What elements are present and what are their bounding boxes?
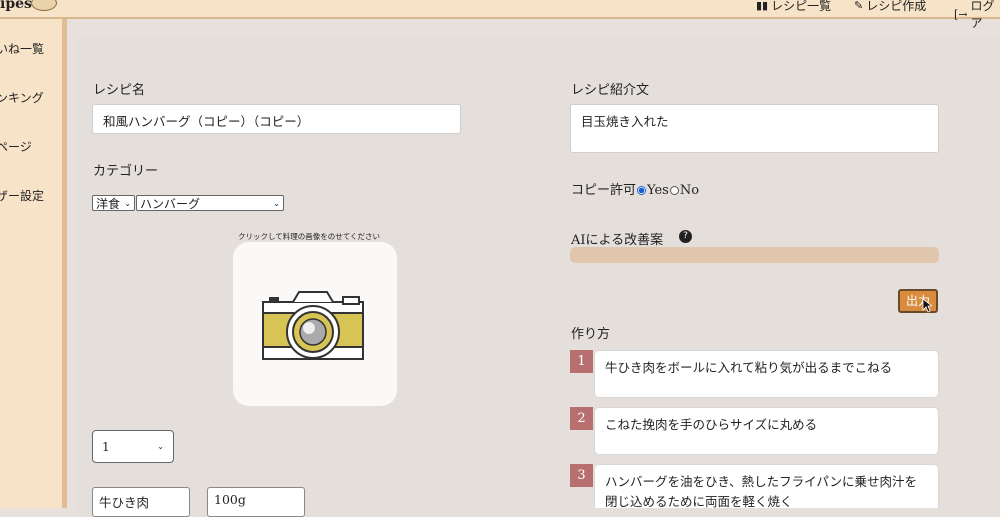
nav-logout[interactable]: [→ ログア <box>954 0 1000 31</box>
sidebar-item-likes[interactable]: いね一覧 <box>0 40 44 57</box>
edit-icon: ✎ <box>854 0 864 12</box>
ingredient-amount-input[interactable]: 100g <box>207 487 305 517</box>
step-number: 3 <box>570 464 593 487</box>
servings-value: 1 <box>102 439 110 454</box>
nav-recipe-list[interactable]: ▮▮ レシピ一覧 <box>756 0 831 14</box>
sidebar-item-ranking[interactable]: ンキング <box>0 89 44 106</box>
sidebar-item-mypage[interactable]: ページ <box>0 138 32 155</box>
top-header: ipes ▮▮ レシピ一覧 ✎ レシピ作成 [→ ログア <box>0 0 1000 30</box>
ai-suggestion-label: AIによる改善案 <box>571 233 664 248</box>
help-icon[interactable]: ? <box>679 230 692 243</box>
app-logo[interactable]: ipes <box>0 0 32 12</box>
category-sub-value: ハンバーグ <box>140 196 201 211</box>
copy-no-radio[interactable] <box>669 186 679 195</box>
book-icon: ▮▮ <box>756 0 769 12</box>
logout-icon: [→ <box>954 7 968 21</box>
step-input-1[interactable]: 牛ひき肉をボールに入れて粘り気が出るまでこねる <box>594 350 939 398</box>
steps-label: 作り方 <box>571 327 611 342</box>
chevron-down-icon: ⌄ <box>124 198 131 208</box>
copy-permission-group: コピー許可 Yes No <box>571 179 699 198</box>
nav-recipe-list-label: レシピ一覧 <box>771 0 832 13</box>
ai-suggestion-bar <box>570 247 939 263</box>
step-number: 2 <box>570 407 593 430</box>
chevron-down-icon: ⌄ <box>157 442 164 451</box>
step-number: 1 <box>570 350 593 373</box>
step-input-2[interactable]: こねた挽肉を手のひらサイズに丸める <box>594 407 939 455</box>
recipe-name-input[interactable]: 和風ハンバーグ（コピー）（コピー） <box>92 104 461 134</box>
category-main-value: 洋食 <box>96 196 121 211</box>
category-label: カテゴリー <box>93 164 159 179</box>
step-input-3[interactable]: ハンバーグを油をひき、熱したフライパンに乗せ肉汁を閉じ込めるために両面を軽く焼く <box>594 464 939 509</box>
category-main-select[interactable]: 洋食 ⌄ <box>92 195 135 211</box>
mouse-cursor-icon <box>922 298 932 313</box>
sidebar: いね一覧 ンキング ページ ザー設定 <box>0 19 62 508</box>
photo-upload-area[interactable] <box>233 242 397 406</box>
output-button[interactable]: 出力 <box>898 289 938 313</box>
servings-select[interactable]: 1 ⌄ <box>92 430 174 463</box>
nav-recipe-create[interactable]: ✎ レシピ作成 <box>854 0 926 14</box>
copy-yes-radio[interactable] <box>637 186 647 195</box>
copy-permission-label: コピー許可 <box>571 183 637 198</box>
sidebar-divider <box>62 19 67 508</box>
logo-badge-icon <box>31 0 57 11</box>
photo-upload-caption: クリックして料理の画像をのせてください <box>238 232 381 241</box>
recipe-intro-label: レシピ紹介文 <box>571 83 650 98</box>
ingredient-name-input[interactable]: 牛ひき肉 <box>92 487 190 517</box>
nav-logout-label: ログア <box>970 0 995 30</box>
copy-no-label: No <box>679 183 700 198</box>
recipe-name-label: レシピ名 <box>93 83 146 98</box>
recipe-intro-textarea[interactable]: 目玉焼き入れた <box>570 104 939 153</box>
nav-recipe-create-label: レシピ作成 <box>866 0 927 13</box>
camera-icon <box>262 291 364 360</box>
chevron-down-icon: ⌄ <box>273 198 280 208</box>
sidebar-item-user-settings[interactable]: ザー設定 <box>0 187 44 204</box>
copy-yes-label: Yes <box>647 183 669 198</box>
category-sub-select[interactable]: ハンバーグ ⌄ <box>136 195 284 211</box>
